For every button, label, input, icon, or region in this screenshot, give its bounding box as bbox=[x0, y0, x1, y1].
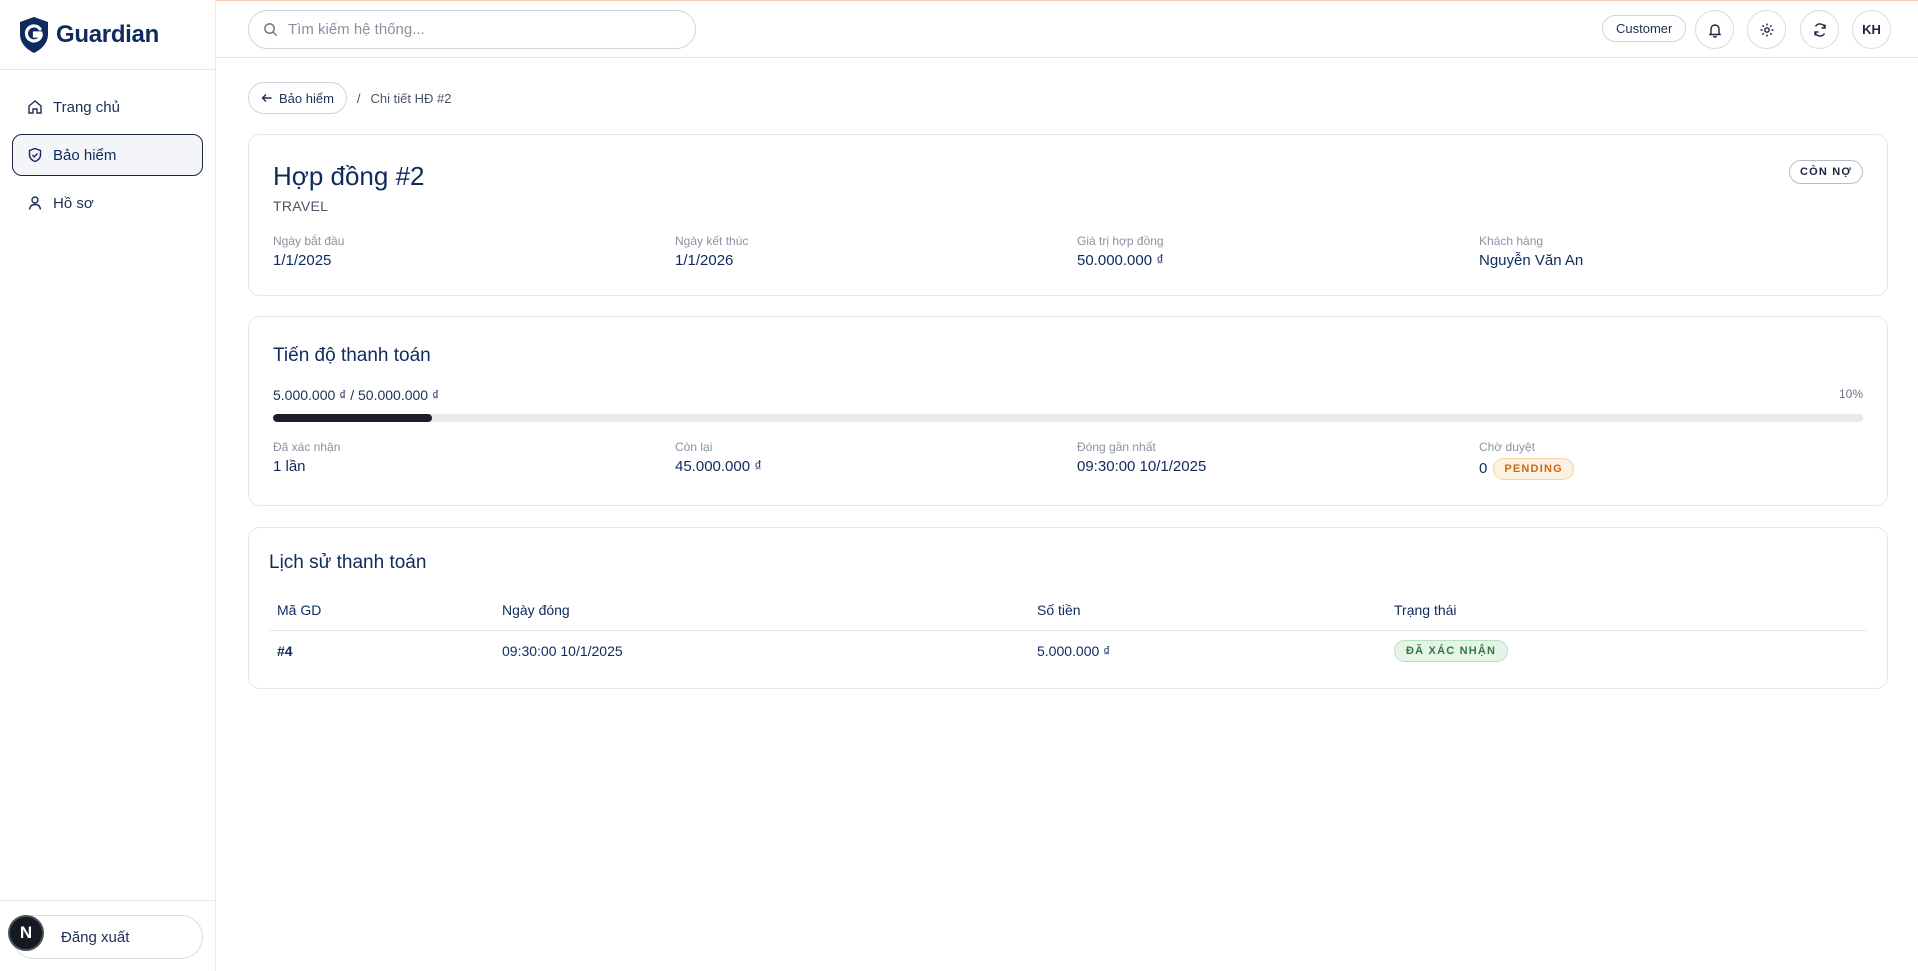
pending-badge: PENDING bbox=[1493, 458, 1574, 480]
sidebar-nav: Trang chủ Bảo hiểm Hồ sơ bbox=[12, 86, 203, 230]
payment-history-table: Mã GD Ngày đóng Số tiền Trạng thái #4 09… bbox=[269, 590, 1867, 672]
payment-status-cell: ĐÃ XÁC NHẬN bbox=[1386, 630, 1867, 672]
contract-field-value: Giá trị hợp đồng 50.000.000 ₫ bbox=[1077, 234, 1164, 269]
breadcrumb: Bảo hiểm / Chi tiết HĐ #2 bbox=[248, 82, 451, 114]
field-value: Nguyễn Văn An bbox=[1479, 252, 1584, 269]
transaction-id: #4 bbox=[277, 643, 293, 660]
field-value: 1/1/2025 bbox=[273, 252, 332, 269]
status-badge: ĐÃ XÁC NHẬN bbox=[1394, 640, 1509, 663]
top-header: Customer KH bbox=[216, 0, 1918, 58]
brand-logo[interactable]: Guardian bbox=[18, 16, 159, 54]
payment-progress-card: Tiến độ thanh toán 5.000.000 ₫ / 50.000.… bbox=[248, 316, 1888, 506]
table-header-row: Mã GD Ngày đóng Số tiền Trạng thái bbox=[269, 590, 1867, 631]
stat-value: 09:30:00 10/1/2025 bbox=[1077, 458, 1207, 475]
user-menu-avatar[interactable]: KH bbox=[1852, 10, 1891, 49]
status-badge: CÒN NỢ bbox=[1788, 160, 1863, 184]
stat-label: Đóng gần nhất bbox=[1077, 440, 1156, 454]
column-header[interactable]: Trạng thái bbox=[1386, 590, 1867, 631]
stat-value-row: 0 PENDING bbox=[1479, 458, 1574, 480]
sidebar-item-label: Trang chủ bbox=[53, 98, 120, 116]
progress-stat-remaining: Còn lại 45.000.000 ₫ bbox=[675, 440, 762, 475]
field-label: Ngày kết thúc bbox=[675, 234, 749, 248]
field-label: Ngày bắt đầu bbox=[273, 234, 345, 248]
search-bar[interactable] bbox=[248, 10, 696, 49]
brand-name: Guardian bbox=[56, 21, 159, 48]
contract-card: Hợp đồng #2 TRAVEL CÒN NỢ Ngày bắt đầu 1… bbox=[248, 134, 1888, 296]
payment-amount: 5.000.000 ₫ bbox=[1037, 643, 1111, 660]
bell-icon bbox=[1708, 23, 1721, 38]
contract-field-end-date: Ngày kết thúc 1/1/2026 bbox=[675, 234, 748, 269]
stat-value: 0 bbox=[1479, 459, 1488, 477]
column-header[interactable]: Ngày đóng bbox=[494, 590, 1029, 631]
sidebar-item-home[interactable]: Trang chủ bbox=[12, 86, 203, 128]
role-chip[interactable]: Customer bbox=[1602, 15, 1687, 42]
user-initials: KH bbox=[1862, 22, 1881, 37]
gear-icon bbox=[1760, 23, 1773, 36]
progress-summary: 5.000.000 ₫ / 50.000.000 ₫ bbox=[273, 387, 440, 403]
refresh-button[interactable] bbox=[1800, 10, 1839, 49]
search-input[interactable] bbox=[288, 21, 668, 38]
stat-value: 45.000.000 ₫ bbox=[675, 458, 762, 475]
table-row[interactable]: #4 09:30:00 10/1/2025 5.000.000 ₫ ĐÃ XÁC… bbox=[269, 630, 1867, 672]
progress-bar bbox=[273, 414, 1863, 422]
progress-percent: 10% bbox=[1838, 387, 1863, 401]
breadcrumb-current: Chi tiết HĐ #2 bbox=[370, 90, 452, 106]
sidebar-item-profile[interactable]: Hồ sơ bbox=[12, 182, 203, 224]
search-icon bbox=[264, 23, 278, 37]
home-icon bbox=[28, 100, 42, 114]
progress-stat-last-payment: Đóng gần nhất 09:30:00 10/1/2025 bbox=[1077, 440, 1206, 475]
settings-button[interactable] bbox=[1747, 10, 1786, 49]
back-button[interactable]: Bảo hiểm bbox=[248, 82, 347, 114]
arrow-left-icon bbox=[261, 94, 272, 102]
contract-title: Hợp đồng #2 bbox=[273, 161, 425, 191]
breadcrumb-separator: / bbox=[356, 90, 361, 106]
notifications-button[interactable] bbox=[1695, 10, 1734, 49]
field-value: 1/1/2026 bbox=[675, 252, 734, 269]
column-header[interactable]: Mã GD bbox=[269, 590, 494, 631]
contract-type: TRAVEL bbox=[273, 198, 329, 214]
section-title: Lịch sử thanh toán bbox=[269, 552, 427, 573]
contract-field-start-date: Ngày bắt đầu 1/1/2025 bbox=[273, 234, 344, 269]
stat-value: 1 lần bbox=[273, 458, 306, 475]
sidebar-item-label: Hồ sơ bbox=[53, 194, 94, 212]
back-button-label: Bảo hiểm bbox=[279, 90, 334, 106]
section-title: Tiến độ thanh toán bbox=[273, 345, 431, 366]
column-header[interactable]: Số tiền bbox=[1029, 590, 1386, 631]
stat-label: Đã xác nhận bbox=[273, 440, 341, 454]
progress-stat-pending: Chờ duyệt 0 PENDING bbox=[1479, 440, 1574, 480]
sidebar-divider bbox=[0, 69, 216, 70]
sidebar-item-label: Bảo hiểm bbox=[53, 146, 117, 164]
payment-history-card: Lịch sử thanh toán Mã GD Ngày đóng Số ti… bbox=[248, 527, 1888, 689]
field-label: Giá trị hợp đồng bbox=[1077, 234, 1164, 248]
progress-bar-fill bbox=[273, 414, 432, 422]
user-avatar-badge[interactable]: N bbox=[8, 915, 44, 951]
guardian-shield-logo-icon bbox=[20, 17, 48, 53]
sidebar-bottom-divider bbox=[0, 900, 216, 901]
stat-label: Còn lại bbox=[675, 440, 713, 454]
field-value: 50.000.000 ₫ bbox=[1077, 252, 1164, 269]
contract-field-customer: Khách hàng Nguyễn Văn An bbox=[1479, 234, 1583, 269]
progress-stat-confirmed: Đã xác nhận 1 lần bbox=[273, 440, 340, 475]
refresh-icon bbox=[1813, 22, 1826, 37]
user-icon bbox=[28, 196, 42, 210]
stat-label: Chờ duyệt bbox=[1479, 440, 1535, 454]
payment-date: 09:30:00 10/1/2025 bbox=[502, 643, 623, 660]
sidebar-item-insurance[interactable]: Bảo hiểm bbox=[12, 134, 203, 176]
shield-icon bbox=[28, 147, 42, 163]
field-label: Khách hàng bbox=[1479, 234, 1544, 248]
sidebar: Guardian Trang chủ Bảo hiểm Hồ sơ N Đăng… bbox=[0, 0, 216, 971]
